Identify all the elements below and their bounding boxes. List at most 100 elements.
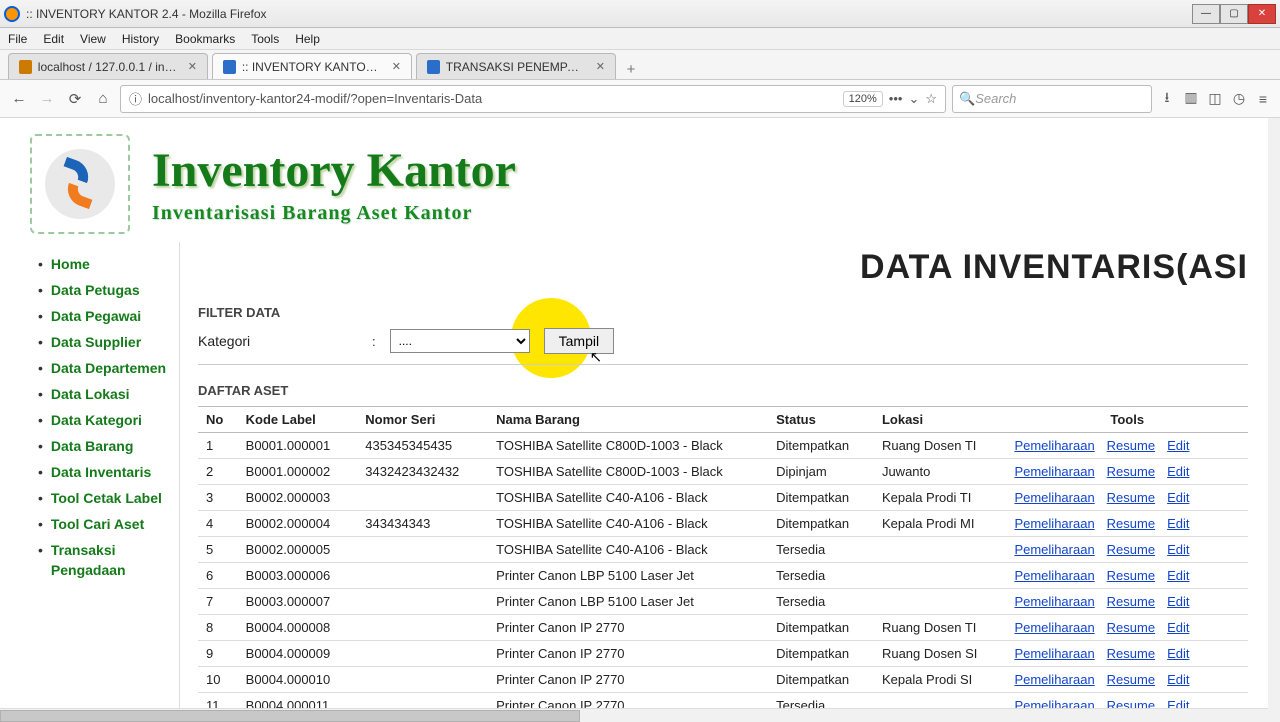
cell-status: Ditempatkan (768, 433, 874, 459)
cell-no: 1 (198, 433, 238, 459)
sidebar-toggle-icon[interactable]: ◫ (1206, 90, 1224, 108)
kategori-select[interactable]: .... (390, 329, 530, 353)
resume-link[interactable]: Resume (1107, 620, 1155, 635)
menu-file[interactable]: File (0, 32, 35, 46)
resume-link[interactable]: Resume (1107, 438, 1155, 453)
edit-link[interactable]: Edit (1167, 594, 1189, 609)
home-button[interactable]: ⌂ (92, 88, 114, 110)
sidebar-link[interactable]: Data Barang (51, 436, 133, 456)
pemeliharaan-link[interactable]: Pemeliharaan (1014, 464, 1094, 479)
pemeliharaan-link[interactable]: Pemeliharaan (1014, 672, 1094, 687)
pemeliharaan-link[interactable]: Pemeliharaan (1014, 542, 1094, 557)
cursor-icon: ↖ (590, 348, 603, 366)
sidebar-link[interactable]: Data Kategori (51, 410, 142, 430)
sidebar-link[interactable]: Data Petugas (51, 280, 140, 300)
window-title: :: INVENTORY KANTOR 2.4 - Mozilla Firefo… (26, 7, 1192, 21)
edit-link[interactable]: Edit (1167, 490, 1189, 505)
close-icon[interactable]: ✕ (188, 60, 197, 73)
window-minimize[interactable]: — (1192, 4, 1220, 24)
menu-help[interactable]: Help (287, 32, 328, 46)
search-icon: 🔍 (959, 91, 975, 107)
pemeliharaan-link[interactable]: Pemeliharaan (1014, 620, 1094, 635)
url-text: localhost/inventory-kantor24-modif/?open… (148, 91, 837, 106)
resume-link[interactable]: Resume (1107, 516, 1155, 531)
edit-link[interactable]: Edit (1167, 438, 1189, 453)
resume-link[interactable]: Resume (1107, 490, 1155, 505)
inventory-table: No Kode Label Nomor Seri Nama Barang Sta… (198, 406, 1248, 719)
search-box[interactable]: 🔍 (952, 85, 1152, 113)
account-icon[interactable]: ◷ (1230, 90, 1248, 108)
resume-link[interactable]: Resume (1107, 568, 1155, 583)
menu-tools[interactable]: Tools (243, 32, 287, 46)
bookmark-star-icon[interactable]: ☆ (925, 91, 937, 107)
edit-link[interactable]: Edit (1167, 464, 1189, 479)
sidebar-link[interactable]: Data Inventaris (51, 462, 151, 482)
cell-no: 6 (198, 563, 238, 589)
pemeliharaan-link[interactable]: Pemeliharaan (1014, 438, 1094, 453)
cell-kode: B0001.000002 (238, 459, 358, 485)
cell-lokasi (874, 537, 1007, 563)
sidebar-link[interactable]: Data Pegawai (51, 306, 141, 326)
search-input[interactable] (975, 91, 1145, 106)
edit-link[interactable]: Edit (1167, 568, 1189, 583)
table-row: 7B0003.000007Printer Canon LBP 5100 Lase… (198, 589, 1248, 615)
pemeliharaan-link[interactable]: Pemeliharaan (1014, 594, 1094, 609)
window-maximize[interactable]: ▢ (1220, 4, 1248, 24)
menu-view[interactable]: View (72, 32, 114, 46)
tab-0[interactable]: localhost / 127.0.0.1 / inventor ✕ (8, 53, 208, 79)
pemeliharaan-link[interactable]: Pemeliharaan (1014, 490, 1094, 505)
resume-link[interactable]: Resume (1107, 646, 1155, 661)
resume-link[interactable]: Resume (1107, 594, 1155, 609)
downloads-icon[interactable]: ⭳ (1158, 90, 1176, 108)
edit-link[interactable]: Edit (1167, 542, 1189, 557)
app-logo (30, 134, 130, 234)
new-tab-button[interactable]: + (620, 59, 642, 79)
address-bar[interactable]: ⓘ localhost/inventory-kantor24-modif/?op… (120, 85, 946, 113)
sidebar-item: Home (38, 254, 179, 274)
window-close[interactable]: ✕ (1248, 4, 1276, 24)
info-icon[interactable]: ⓘ (129, 89, 142, 108)
sidebar-link[interactable]: Data Supplier (51, 332, 141, 352)
cell-no: 10 (198, 667, 238, 693)
edit-link[interactable]: Edit (1167, 646, 1189, 661)
forward-button[interactable]: → (36, 88, 58, 110)
edit-link[interactable]: Edit (1167, 672, 1189, 687)
zoom-badge[interactable]: 120% (843, 91, 883, 107)
resume-link[interactable]: Resume (1107, 464, 1155, 479)
menu-history[interactable]: History (114, 32, 167, 46)
back-button[interactable]: ← (8, 88, 30, 110)
cell-no: 7 (198, 589, 238, 615)
library-icon[interactable]: ▥ (1182, 90, 1200, 108)
vertical-scrollbar[interactable] (1268, 118, 1280, 722)
edit-link[interactable]: Edit (1167, 620, 1189, 635)
pemeliharaan-link[interactable]: Pemeliharaan (1014, 646, 1094, 661)
tab-2[interactable]: TRANSAKSI PENEMPATAN - Invent ✕ (416, 53, 616, 79)
sidebar-item: Data Lokasi (38, 384, 179, 404)
menu-edit[interactable]: Edit (35, 32, 72, 46)
pemeliharaan-link[interactable]: Pemeliharaan (1014, 516, 1094, 531)
tab-1[interactable]: :: INVENTORY KANTOR 2.4 ✕ (212, 53, 412, 79)
sidebar-link[interactable]: Tool Cetak Label (51, 488, 162, 508)
cell-lokasi: Ruang Dosen TI (874, 615, 1007, 641)
sidebar-link[interactable]: Home (51, 254, 90, 274)
cell-no: 3 (198, 485, 238, 511)
cell-kode: B0003.000006 (238, 563, 358, 589)
cell-nama: Printer Canon IP 2770 (488, 667, 768, 693)
menu-bookmarks[interactable]: Bookmarks (167, 32, 243, 46)
resume-link[interactable]: Resume (1107, 672, 1155, 687)
sidebar-link[interactable]: Data Departemen (51, 358, 166, 378)
pocket-icon[interactable]: ⌄ (908, 91, 919, 107)
reload-button[interactable]: ⟳ (64, 88, 86, 110)
pemeliharaan-link[interactable]: Pemeliharaan (1014, 568, 1094, 583)
tampil-button[interactable]: Tampil (544, 328, 614, 354)
sidebar-link[interactable]: Tool Cari Aset (51, 514, 144, 534)
page-actions-icon[interactable]: ••• (889, 91, 903, 106)
close-icon[interactable]: ✕ (392, 60, 401, 73)
resume-link[interactable]: Resume (1107, 542, 1155, 557)
sidebar-link[interactable]: Data Lokasi (51, 384, 130, 404)
close-icon[interactable]: ✕ (596, 60, 605, 73)
hamburger-menu-icon[interactable]: ≡ (1254, 90, 1272, 108)
sidebar-link[interactable]: Transaksi Pengadaan (51, 540, 179, 580)
edit-link[interactable]: Edit (1167, 516, 1189, 531)
table-row: 8B0004.000008Printer Canon IP 2770Ditemp… (198, 615, 1248, 641)
